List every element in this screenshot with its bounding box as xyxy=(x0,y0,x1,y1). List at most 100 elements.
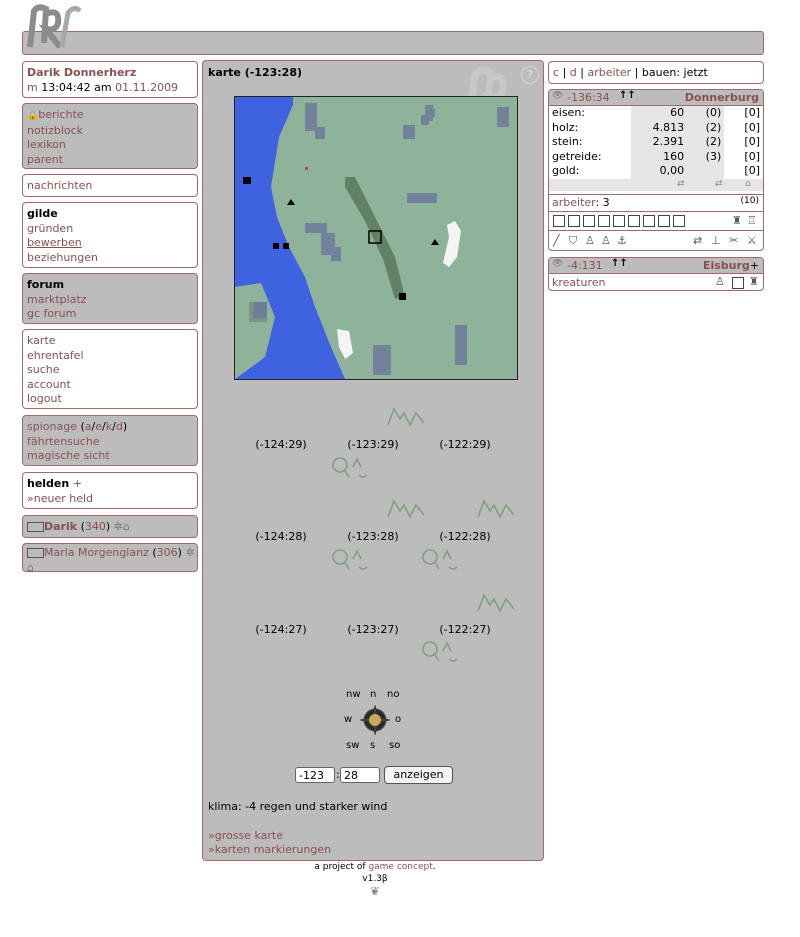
nav-lexicon[interactable]: lexikon xyxy=(27,138,193,153)
hero-name-2[interactable]: Marla Morgenglanz xyxy=(44,546,149,559)
compass-n[interactable]: n xyxy=(370,689,376,700)
nav-map[interactable]: karte xyxy=(27,334,193,349)
nav-magic-sight[interactable]: magische sicht xyxy=(27,449,193,464)
topnav-d[interactable]: d xyxy=(570,66,577,79)
topnav-c[interactable]: c xyxy=(553,66,559,79)
shield-icon[interactable] xyxy=(583,215,595,227)
coord-ne[interactable]: (-122:29) xyxy=(430,438,500,451)
building-icon[interactable] xyxy=(613,215,625,227)
nav-notepad[interactable]: notizblock xyxy=(27,124,193,139)
nav-messages[interactable]: nachrichten xyxy=(27,179,193,194)
workers-label-row: arbeiter: 3 xyxy=(552,196,610,209)
nav-tracking[interactable]: fährtensuche xyxy=(27,435,193,450)
nav-guild-apply[interactable]: bewerben xyxy=(27,236,193,251)
x-coordinate-input[interactable]: -123 xyxy=(295,767,335,783)
espionage-d[interactable]: d xyxy=(116,420,123,433)
nav-parent[interactable]: parent xyxy=(27,153,193,168)
y-coordinate-input[interactable]: 28 xyxy=(340,767,380,783)
player-name[interactable]: Darik Donnerherz xyxy=(27,66,193,81)
building-icon[interactable] xyxy=(553,215,565,227)
coord-sw[interactable]: (-124:27) xyxy=(246,623,316,636)
nav-new-hero[interactable]: »neuer held xyxy=(27,492,193,507)
compass-rose-icon[interactable] xyxy=(354,703,396,737)
building-icon[interactable] xyxy=(732,277,744,289)
unit-icon[interactable]: ♙ xyxy=(715,275,725,288)
nav-logout[interactable]: logout xyxy=(27,392,193,407)
home-icon[interactable]: ⌂ xyxy=(745,179,751,189)
coord-center[interactable]: (-123:28) xyxy=(338,530,408,543)
compass-nw[interactable]: nw xyxy=(346,689,361,700)
trade-icon[interactable]: ⇄ xyxy=(715,179,723,189)
nav-gc-forum[interactable]: gc forum xyxy=(27,307,193,322)
heroes-plus[interactable]: + xyxy=(73,477,82,490)
building-icon[interactable] xyxy=(598,215,610,227)
show-map-button[interactable]: anzeigen xyxy=(384,766,453,784)
large-map-link[interactable]: »grosse karte xyxy=(208,829,283,842)
footer: a project of game concept. v1.3β ❦ xyxy=(290,862,460,898)
tower-icon[interactable]: ♜ xyxy=(749,275,759,288)
creatures-link[interactable]: kreaturen xyxy=(552,276,605,289)
workers-link[interactable]: arbeiter xyxy=(552,196,595,209)
unit-icon[interactable]: ♙ xyxy=(601,234,611,247)
building-icon[interactable] xyxy=(643,215,655,227)
eye-icon[interactable]: 👁 xyxy=(552,91,563,101)
espionage-a[interactable]: a xyxy=(85,420,92,433)
sword-icon[interactable]: ╱ xyxy=(553,234,560,247)
eye-icon[interactable]: 👁 xyxy=(552,259,563,269)
coord-n[interactable]: (-123:29) xyxy=(338,438,408,451)
compass-w[interactable]: w xyxy=(344,714,352,725)
hero-name-1[interactable]: Darik xyxy=(44,520,77,533)
coord-s[interactable]: (-123:27) xyxy=(338,623,408,636)
nav-espionage[interactable]: spionage xyxy=(27,420,77,433)
city-name-2[interactable]: Eisburg xyxy=(703,259,750,272)
nav-reports-label[interactable]: berichte xyxy=(38,108,83,121)
building-icon[interactable] xyxy=(658,215,670,227)
hero-row-1[interactable]: Darik (340) ✲⌂ xyxy=(27,520,193,535)
compass-o[interactable]: o xyxy=(395,714,401,725)
compass-s[interactable]: s xyxy=(370,740,375,751)
city-name-1[interactable]: Donnerburg xyxy=(685,91,759,104)
nav-account[interactable]: account xyxy=(27,378,193,393)
building-icon[interactable] xyxy=(673,215,685,227)
nav-guild-found[interactable]: gründen xyxy=(27,222,193,237)
nav-search[interactable]: suche xyxy=(27,363,193,378)
coord-e[interactable]: (-122:28) xyxy=(430,530,500,543)
compass-no[interactable]: no xyxy=(387,689,399,700)
shield-icon[interactable]: ⛉ xyxy=(569,234,577,248)
heroes-title[interactable]: helden xyxy=(27,477,69,490)
coord-nw[interactable]: (-124:29) xyxy=(246,438,316,451)
hero-row-2[interactable]: Marla Morgenglanz (306) ✲ ⌂ xyxy=(27,546,197,575)
compass-so[interactable]: so xyxy=(389,740,400,751)
espionage-e[interactable]: e xyxy=(95,420,102,433)
help-icon[interactable]: ? xyxy=(521,66,539,84)
game-logo[interactable] xyxy=(24,3,82,53)
nav-guild-relations[interactable]: beziehungen xyxy=(27,251,193,266)
footer-logo-icon[interactable]: ❦ xyxy=(290,884,460,898)
game-concept-link[interactable]: game concept xyxy=(368,862,432,872)
unit-icon[interactable]: ♙ xyxy=(585,234,595,247)
city-plus[interactable]: + xyxy=(750,259,759,272)
world-map[interactable] xyxy=(234,96,518,380)
anvil-icon[interactable]: ⊥ xyxy=(711,234,721,247)
nav-reports[interactable]: 🔒berichte xyxy=(27,108,193,124)
sword-icon[interactable]: ⚔ xyxy=(747,234,757,247)
city-coords-1[interactable]: -136:34 xyxy=(567,91,610,104)
topnav-workers[interactable]: arbeiter xyxy=(587,66,631,79)
building-icon[interactable] xyxy=(568,215,580,227)
coord-se[interactable]: (-122:27) xyxy=(430,623,500,636)
anchor-icon[interactable]: ⚓ xyxy=(617,234,627,247)
map-markers-link[interactable]: »karten markierungen xyxy=(208,843,331,856)
hero-box-1: Darik (340) ✲⌂ xyxy=(22,515,198,538)
city-coords-2[interactable]: -4:131 xyxy=(567,259,603,272)
trade-icon[interactable]: ⇄ xyxy=(693,234,702,247)
nav-marketplace[interactable]: marktplatz xyxy=(27,293,193,308)
tower-icon[interactable]: ♖ xyxy=(747,214,757,227)
compass-sw[interactable]: sw xyxy=(346,740,359,751)
building-icon[interactable] xyxy=(628,215,640,227)
trade-icon[interactable]: ⇄ xyxy=(677,179,685,189)
tools-icon[interactable]: ✂ xyxy=(729,234,738,247)
espionage-k[interactable]: k xyxy=(106,420,112,433)
coord-w[interactable]: (-124:28) xyxy=(246,530,316,543)
nav-hall-of-fame[interactable]: ehrentafel xyxy=(27,349,193,364)
tower-icon[interactable]: ♜ xyxy=(732,214,742,227)
